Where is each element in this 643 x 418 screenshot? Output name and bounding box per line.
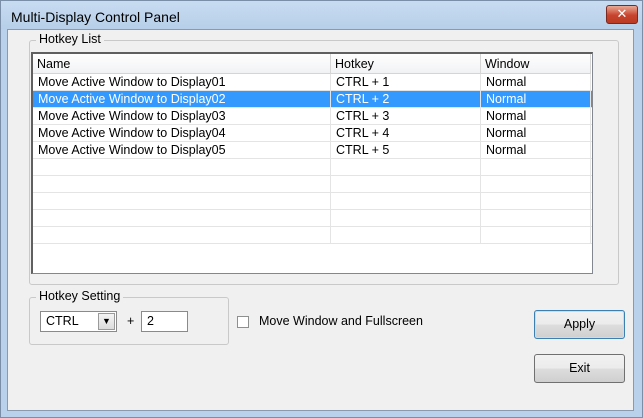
row-name: Move Active Window to Display03 <box>33 108 331 124</box>
close-icon: ✕ <box>616 6 628 21</box>
list-row[interactable]: Move Active Window to Display01 CTRL + 1… <box>33 74 592 91</box>
row-window: Normal <box>481 74 591 90</box>
empty-cell <box>33 159 331 175</box>
key-input[interactable]: 2 <box>141 311 188 332</box>
empty-cell <box>33 193 331 209</box>
fullscreen-checkbox-label[interactable]: Move Window and Fullscreen <box>259 314 423 328</box>
empty-cell <box>331 159 481 175</box>
title-bar[interactable]: Multi-Display Control Panel ✕ <box>1 1 642 29</box>
row-window: Normal <box>481 108 591 124</box>
empty-cell <box>481 193 591 209</box>
hotkey-setting-legend: Hotkey Setting <box>36 289 124 303</box>
row-window: Normal <box>481 91 591 107</box>
empty-row <box>33 159 592 176</box>
row-hotkey: CTRL + 3 <box>331 108 481 124</box>
modifier-combobox[interactable]: CTRL ▼ <box>40 311 117 332</box>
empty-cell <box>481 176 591 192</box>
hotkey-list-legend: Hotkey List <box>36 32 104 46</box>
empty-row <box>33 210 592 227</box>
row-window: Normal <box>481 125 591 141</box>
empty-cell <box>331 210 481 226</box>
modifier-value: CTRL <box>46 314 79 328</box>
dropdown-arrow-icon[interactable]: ▼ <box>98 313 115 330</box>
window-title: Multi-Display Control Panel <box>11 9 180 25</box>
column-header-hotkey[interactable]: Hotkey <box>331 54 481 74</box>
column-header-window[interactable]: Window <box>481 54 591 74</box>
empty-row <box>33 193 592 210</box>
list-header: Name Hotkey Window <box>33 54 592 74</box>
apply-button[interactable]: Apply <box>534 310 625 339</box>
row-hotkey: CTRL + 1 <box>331 74 481 90</box>
empty-cell <box>481 159 591 175</box>
empty-cell <box>481 227 591 243</box>
close-button[interactable]: ✕ <box>606 5 638 24</box>
row-name: Move Active Window to Display05 <box>33 142 331 158</box>
list-row[interactable]: Move Active Window to Display04 CTRL + 4… <box>33 125 592 142</box>
hotkey-list-view[interactable]: Name Hotkey Window Move Active Window to… <box>31 52 593 274</box>
fullscreen-checkbox[interactable] <box>237 316 249 328</box>
list-row-selected[interactable]: Move Active Window to Display02 CTRL + 2… <box>33 91 592 108</box>
plus-label: + <box>127 314 135 328</box>
column-header-name[interactable]: Name <box>33 54 331 74</box>
list-body: Move Active Window to Display01 CTRL + 1… <box>33 74 592 244</box>
list-row[interactable]: Move Active Window to Display05 CTRL + 5… <box>33 142 592 159</box>
empty-cell <box>33 227 331 243</box>
empty-cell <box>33 210 331 226</box>
row-hotkey: CTRL + 5 <box>331 142 481 158</box>
list-row[interactable]: Move Active Window to Display03 CTRL + 3… <box>33 108 592 125</box>
empty-cell <box>481 210 591 226</box>
row-window: Normal <box>481 142 591 158</box>
exit-button[interactable]: Exit <box>534 354 625 383</box>
empty-cell <box>33 176 331 192</box>
empty-cell <box>331 193 481 209</box>
empty-row <box>33 176 592 193</box>
empty-row <box>33 227 592 244</box>
row-name: Move Active Window to Display04 <box>33 125 331 141</box>
row-name: Move Active Window to Display02 <box>33 91 331 107</box>
app-window: Multi-Display Control Panel ✕ Hotkey Lis… <box>0 0 643 418</box>
row-hotkey: CTRL + 4 <box>331 125 481 141</box>
empty-cell <box>331 227 481 243</box>
row-name: Move Active Window to Display01 <box>33 74 331 90</box>
empty-cell <box>331 176 481 192</box>
row-hotkey: CTRL + 2 <box>331 91 481 107</box>
